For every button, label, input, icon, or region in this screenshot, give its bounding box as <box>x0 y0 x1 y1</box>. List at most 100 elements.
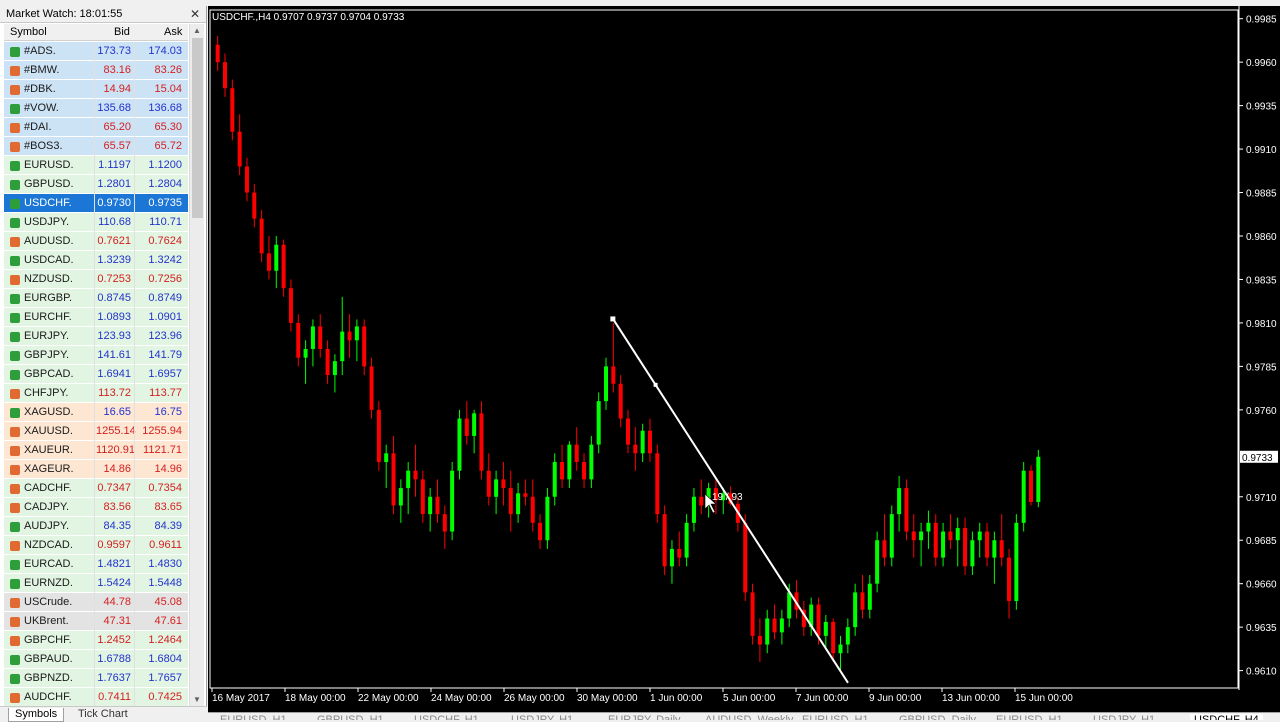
candle-body <box>435 496 440 515</box>
column-bid[interactable]: Bid <box>114 26 130 38</box>
symbol-row[interactable]: EURNZD. 1.5424 1.5448 <box>4 574 188 593</box>
symbol-row[interactable]: #DAI. 65.20 65.30 <box>4 118 188 137</box>
bid-value: 65.57 <box>103 140 131 152</box>
symbol-row[interactable]: USDJPY. 110.68 110.71 <box>4 213 188 232</box>
candle-body <box>941 531 946 558</box>
symbol-row[interactable]: EURUSD. 1.1197 1.1200 <box>4 156 188 175</box>
ask-value: 1.0901 <box>148 311 182 323</box>
symbol-row[interactable]: GBPUSD. 1.2801 1.2804 <box>4 175 188 194</box>
candle-body <box>779 618 784 633</box>
chart-tab[interactable]: USDCHF.,H4 <box>1190 714 1263 720</box>
chart-tab[interactable]: GBPUSD.,H1 <box>317 714 384 720</box>
candle-body <box>230 88 235 132</box>
chart-tab[interactable]: USDJPY.,H1 <box>511 714 573 720</box>
symbol-row[interactable]: USDCAD. 1.3239 1.3242 <box>4 251 188 270</box>
bid-value: 1.4821 <box>97 558 131 570</box>
scrollbar-thumb[interactable] <box>192 38 203 218</box>
symbol-row[interactable]: EURJPY. 123.93 123.96 <box>4 327 188 346</box>
ask-value: 174.03 <box>148 45 182 57</box>
symbol-row[interactable]: #BMW. 83.16 83.26 <box>4 61 188 80</box>
symbol-name: AUDCHF. <box>24 691 72 703</box>
chart-window[interactable]: 0.9985 0.9960 0.9935 0.9910 0.9885 0.9860 0.98… <box>208 6 1280 714</box>
symbol-name: GBPUSD. <box>24 178 74 190</box>
price-chart[interactable]: 0.9985 0.9960 0.9935 0.9910 0.9885 0.9860 0.98… <box>208 6 1280 714</box>
symbol-name: #DBK. <box>24 83 56 95</box>
symbol-row[interactable]: GBPJPY. 141.61 141.79 <box>4 346 188 365</box>
chart-tab[interactable]: EURUSD.,H1 <box>220 714 287 720</box>
candle-body <box>882 540 887 558</box>
chart-tab[interactable]: EURUSD.,H1 <box>996 714 1063 720</box>
bid-value: 0.7347 <box>97 482 131 494</box>
symbol-row[interactable]: EURCHF. 1.0893 1.0901 <box>4 308 188 327</box>
symbol-name: CHFJPY. <box>24 387 69 399</box>
candle-body <box>398 488 403 506</box>
symbol-row[interactable]: AUDCHF. 0.7411 0.7425 <box>4 688 188 707</box>
scroll-down-icon[interactable]: ▼ <box>193 695 201 704</box>
bid-value: 1.7637 <box>97 672 131 684</box>
x-tick-label: 13 Jun 00:00 <box>942 693 1000 704</box>
scroll-up-icon[interactable]: ▲ <box>193 26 201 35</box>
symbol-row[interactable]: NZDCAD. 0.9597 0.9611 <box>4 536 188 555</box>
column-symbol[interactable]: Symbol <box>10 26 47 38</box>
symbol-row[interactable]: AUDUSD. 0.7621 0.7624 <box>4 232 188 251</box>
symbol-row[interactable]: XAUEUR. 1120.91 1121.71 <box>4 441 188 460</box>
symbol-row[interactable]: #ADS. 173.73 174.03 <box>4 42 188 61</box>
symbol-name: GBPNZD. <box>24 672 73 684</box>
symbol-row[interactable]: CHFJPY. 113.72 113.77 <box>4 384 188 403</box>
candle-body <box>757 635 762 645</box>
symbol-row[interactable]: GBPNZD. 1.7637 1.7657 <box>4 669 188 688</box>
market-watch-scrollbar[interactable]: ▲ ▼ <box>189 24 204 706</box>
symbol-row[interactable]: XAUUSD. 1255.14 1255.94 <box>4 422 188 441</box>
chart-tab[interactable]: AUDUSD.,Weekly <box>705 714 793 720</box>
bid-value: 0.9597 <box>97 539 131 551</box>
symbol-row[interactable]: XAGUSD. 16.65 16.75 <box>4 403 188 422</box>
symbol-name: #ADS. <box>24 45 56 57</box>
symbol-row[interactable]: USDCHF. 0.9730 0.9735 <box>4 194 188 213</box>
current-price-label: 0.9733 <box>1242 453 1273 464</box>
y-tick-label: 0.9635 <box>1246 623 1277 634</box>
symbol-row[interactable]: #VOW. 135.68 136.68 <box>4 99 188 118</box>
bid-value: 113.72 <box>98 387 131 399</box>
candle-body <box>897 488 902 515</box>
close-icon[interactable]: ✕ <box>190 6 200 23</box>
x-tick-label: 16 May 2017 <box>212 693 270 704</box>
trendline-label: 19 / 93 <box>712 492 743 503</box>
candle-body <box>428 496 433 515</box>
price-down-icon <box>10 142 20 152</box>
price-down-icon <box>10 123 20 133</box>
column-ask[interactable]: Ask <box>164 26 182 38</box>
symbol-row[interactable]: UKBrent. 47.31 47.61 <box>4 612 188 631</box>
candle-body <box>677 548 682 558</box>
symbol-name: XAGEUR. <box>24 463 74 475</box>
price-up-icon <box>10 161 20 171</box>
candle-body <box>530 496 535 523</box>
candle-body <box>310 326 315 349</box>
candle-body <box>567 444 572 480</box>
x-tick-label: 5 Jun 00:00 <box>723 693 776 704</box>
chart-tab[interactable]: USDCHF.,H1 <box>414 714 479 720</box>
symbol-row[interactable]: #DBK. 14.94 15.04 <box>4 80 188 99</box>
symbol-row[interactable]: AUDJPY. 84.35 84.39 <box>4 517 188 536</box>
symbol-name: AUDJPY. <box>24 520 70 532</box>
symbol-row[interactable]: GBPAUD. 1.6788 1.6804 <box>4 650 188 669</box>
chart-tab[interactable]: EURUSD.,H1 <box>802 714 869 720</box>
chart-tab[interactable]: EURJPY.,Daily <box>608 714 681 720</box>
chart-tab[interactable]: GBPUSD.,Daily <box>899 714 976 720</box>
symbol-row[interactable]: GBPCAD. 1.6941 1.6957 <box>4 365 188 384</box>
symbol-row[interactable]: CADCHF. 0.7347 0.7354 <box>4 479 188 498</box>
chart-tab[interactable]: USDJPY.,H1 <box>1093 714 1155 720</box>
candle-body <box>501 479 506 489</box>
symbol-row[interactable]: CADJPY. 83.56 83.65 <box>4 498 188 517</box>
symbol-row[interactable]: GBPCHF. 1.2452 1.2464 <box>4 631 188 650</box>
symbol-row[interactable]: NZDUSD. 0.7253 0.7256 <box>4 270 188 289</box>
symbol-row[interactable]: EURCAD. 1.4821 1.4830 <box>4 555 188 574</box>
chart-title: USDCHF.,H4 0.9707 0.9737 0.9704 0.9733 <box>212 12 405 23</box>
x-tick-label: 9 Jun 00:00 <box>869 693 922 704</box>
symbol-row[interactable]: USCrude. 44.78 45.08 <box>4 593 188 612</box>
symbol-row[interactable]: #BOS3. 65.57 65.72 <box>4 137 188 156</box>
candle-body <box>413 470 418 480</box>
symbol-row[interactable]: XAGEUR. 14.86 14.96 <box>4 460 188 479</box>
price-up-icon <box>10 408 20 418</box>
candle-body <box>274 244 279 271</box>
symbol-row[interactable]: EURGBP. 0.8745 0.8749 <box>4 289 188 308</box>
